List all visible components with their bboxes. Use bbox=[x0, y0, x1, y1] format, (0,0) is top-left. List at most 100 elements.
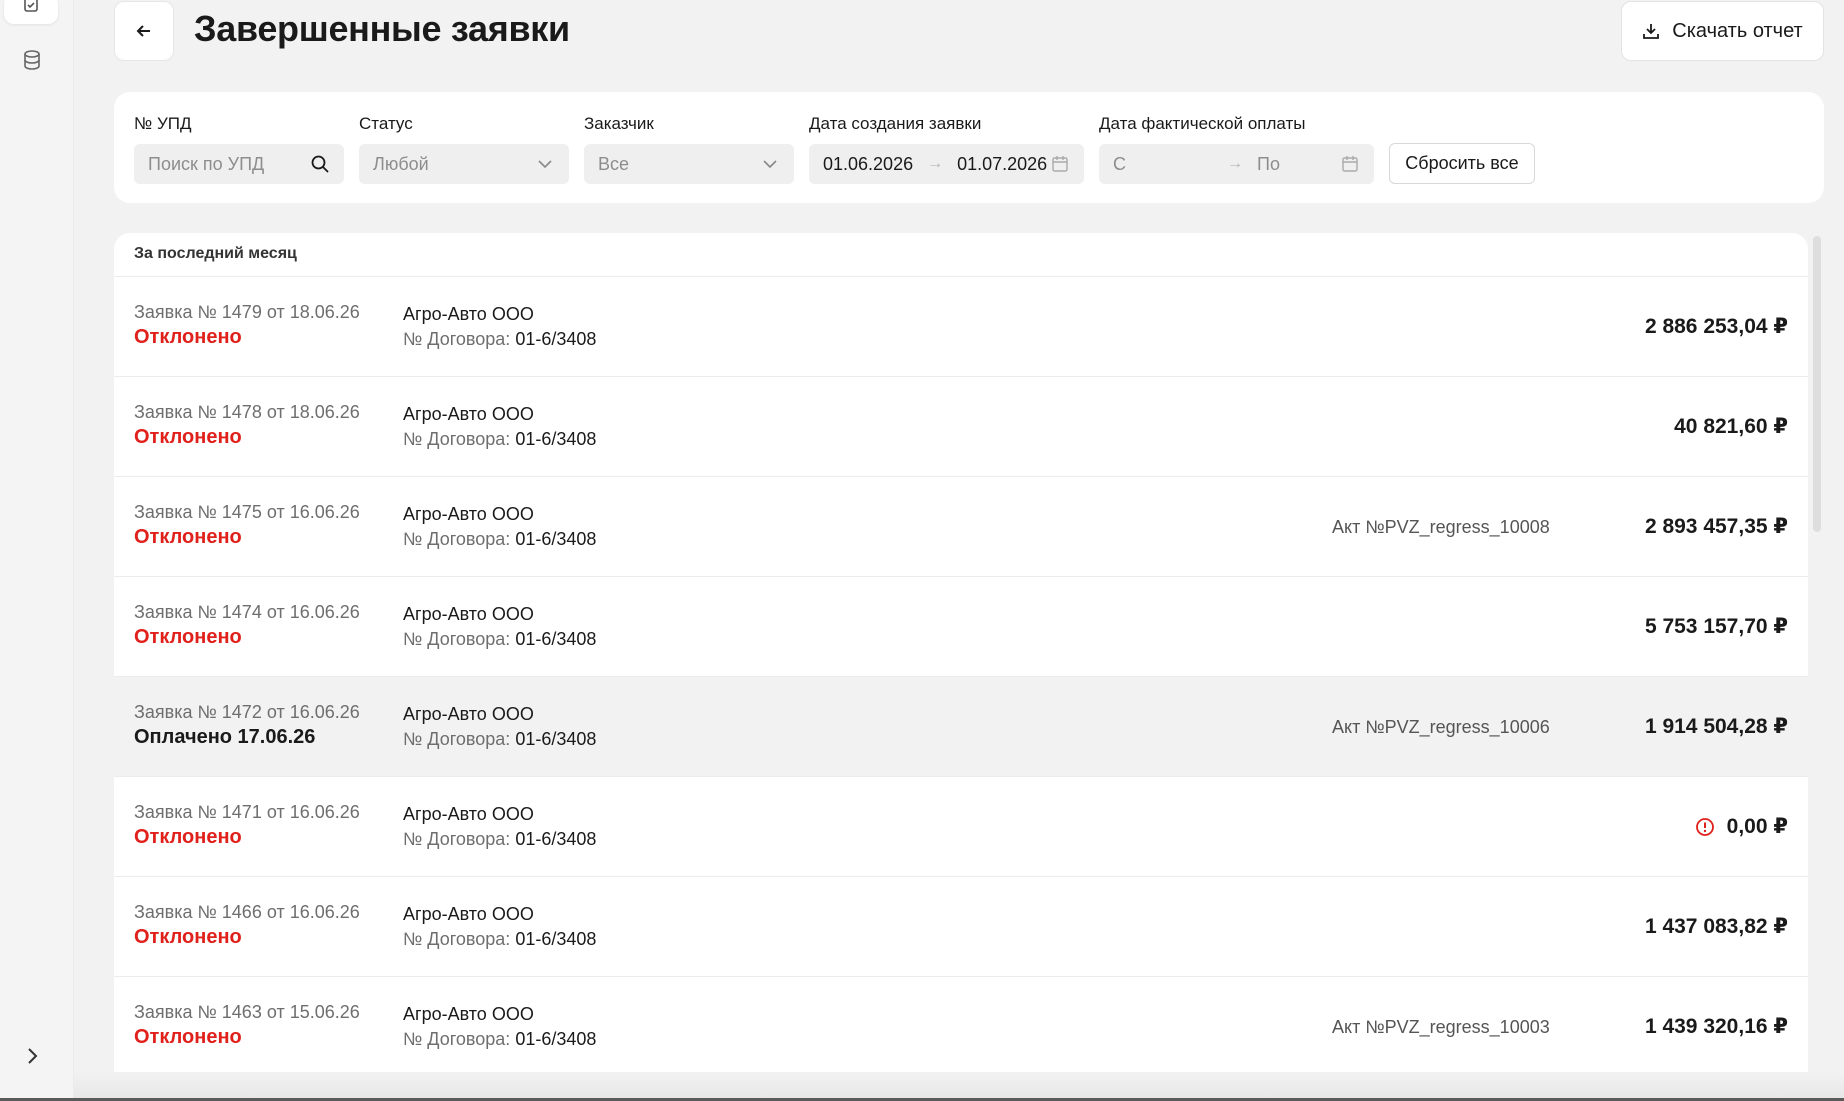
calendar-icon[interactable] bbox=[1050, 154, 1070, 174]
amount-value: 1 914 504,28 ₽ bbox=[1644, 715, 1788, 738]
status-label: Отклонено bbox=[134, 526, 242, 548]
act-link[interactable]: Акт №PVZ_regress_10008 bbox=[1332, 517, 1550, 538]
table-row[interactable]: Заявка № 1466 от 16.06.26 Отклонено Агро… bbox=[114, 877, 1808, 977]
sidebar-item-requests[interactable] bbox=[4, 0, 58, 24]
created-date-filter: Дата создания заявки 01.06.2026 → 01.07.… bbox=[809, 114, 1084, 184]
request-number: Заявка № 1475 от 16.06.26 bbox=[134, 502, 360, 522]
table-row[interactable]: Заявка № 1474 от 16.06.26 Отклонено Агро… bbox=[114, 577, 1808, 677]
amount-value: 1 439 320,16 ₽ bbox=[1644, 1015, 1788, 1038]
amount-value: 1 437 083,82 ₽ bbox=[1644, 915, 1788, 938]
request-number: Заявка № 1472 от 16.06.26 bbox=[134, 702, 360, 722]
client-name: Агро-Авто ООО bbox=[403, 404, 534, 424]
download-icon bbox=[1643, 24, 1660, 39]
contract-number: № Договора: 01-6/3408 bbox=[403, 1029, 596, 1050]
paid-date-filter: Дата фактической оплаты С → По bbox=[1099, 114, 1374, 184]
contract-number: № Договора: 01-6/3408 bbox=[403, 529, 596, 550]
created-date-from[interactable]: 01.06.2026 bbox=[823, 154, 913, 175]
filters-panel: № УПД Поиск по УПД Статус Любой Заказчик… bbox=[114, 92, 1824, 203]
amount: 2 893 457,35 ₽ bbox=[1645, 514, 1788, 539]
range-arrow-icon: → bbox=[1227, 155, 1243, 172]
contract-key: № Договора: bbox=[403, 1029, 511, 1049]
amount-value: 2 893 457,35 ₽ bbox=[1644, 515, 1788, 538]
table-row[interactable]: Заявка № 1463 от 15.06.26 Отклонено Агро… bbox=[114, 977, 1808, 1072]
customer-filter: Заказчик Все bbox=[584, 114, 794, 184]
status-select[interactable]: Любой bbox=[359, 144, 569, 184]
arrow-left-icon bbox=[136, 25, 150, 37]
page-title: Завершенные заявки bbox=[194, 8, 570, 49]
chevron-right-icon[interactable] bbox=[20, 1044, 44, 1068]
client-name: Агро-Авто ООО bbox=[403, 1004, 534, 1024]
database-icon[interactable] bbox=[20, 48, 44, 72]
amount: 40 821,60 ₽ bbox=[1674, 414, 1788, 439]
amount: 1 437 083,82 ₽ bbox=[1645, 914, 1788, 939]
contract-value: 01-6/3408 bbox=[515, 829, 597, 849]
back-button[interactable] bbox=[114, 1, 174, 61]
group-title: За последний месяц bbox=[114, 233, 1808, 277]
contract-value: 01-6/3408 bbox=[515, 429, 597, 449]
chevron-down-icon bbox=[763, 160, 777, 169]
act-link[interactable]: Акт №PVZ_regress_10003 bbox=[1332, 1017, 1550, 1038]
contract-number: № Договора: 01-6/3408 bbox=[403, 829, 596, 850]
customer-select[interactable]: Все bbox=[584, 144, 794, 184]
act-link[interactable]: Акт №PVZ_regress_10006 bbox=[1332, 717, 1550, 738]
contract-key: № Договора: bbox=[403, 829, 511, 849]
search-icon[interactable] bbox=[310, 154, 330, 174]
customer-select-value: Все bbox=[598, 153, 630, 174]
upd-filter: № УПД Поиск по УПД bbox=[134, 114, 344, 184]
customer-filter-label: Заказчик bbox=[584, 114, 654, 133]
status-label: Отклонено bbox=[134, 926, 242, 948]
reset-filters-button[interactable]: Сбросить все bbox=[1389, 143, 1535, 184]
amount-value: 40 821,60 ₽ bbox=[1674, 415, 1788, 438]
upd-filter-label: № УПД bbox=[134, 114, 192, 133]
amount: 5 753 157,70 ₽ bbox=[1645, 614, 1788, 639]
contract-value: 01-6/3408 bbox=[515, 329, 597, 349]
paid-date-label: Дата фактической оплаты bbox=[1099, 114, 1306, 133]
status-select-value: Любой bbox=[373, 153, 429, 174]
status-filter: Статус Любой bbox=[359, 114, 569, 184]
status-label: Отклонено bbox=[134, 326, 242, 348]
client-name: Агро-Авто ООО bbox=[403, 304, 534, 324]
table-row[interactable]: Заявка № 1475 от 16.06.26 Отклонено Агро… bbox=[114, 477, 1808, 577]
table-row[interactable]: Заявка № 1479 от 18.06.26 Отклонено Агро… bbox=[114, 277, 1808, 377]
table-row[interactable]: Заявка № 1478 от 18.06.26 Отклонено Агро… bbox=[114, 377, 1808, 477]
contract-number: № Договора: 01-6/3408 bbox=[403, 929, 596, 950]
table-row[interactable]: Заявка № 1471 от 16.06.26 Отклонено Агро… bbox=[114, 777, 1808, 877]
contract-value: 01-6/3408 bbox=[515, 929, 597, 949]
client-name: Агро-Авто ООО bbox=[403, 604, 534, 624]
calendar-icon[interactable] bbox=[1340, 154, 1360, 174]
contract-value: 01-6/3408 bbox=[515, 1029, 597, 1049]
amount-value: 2 886 253,04 ₽ bbox=[1644, 315, 1788, 338]
client-name: Агро-Авто ООО bbox=[403, 504, 534, 524]
contract-key: № Договора: bbox=[403, 329, 511, 349]
warning-icon[interactable] bbox=[1695, 817, 1715, 837]
client-name: Агро-Авто ООО bbox=[403, 704, 534, 724]
contract-number: № Договора: 01-6/3408 bbox=[403, 629, 596, 650]
request-number: Заявка № 1471 от 16.06.26 bbox=[134, 802, 360, 822]
request-number: Заявка № 1466 от 16.06.26 bbox=[134, 902, 360, 922]
sidebar-rail bbox=[0, 0, 74, 1101]
status-filter-label: Статус bbox=[359, 114, 413, 133]
paid-date-range-input[interactable]: С → По bbox=[1099, 144, 1374, 184]
contract-value: 01-6/3408 bbox=[515, 629, 597, 649]
amount-value: 0,00 ₽ bbox=[1726, 815, 1788, 838]
download-report-button[interactable]: Скачать отчет bbox=[1621, 1, 1824, 61]
chevron-down-icon bbox=[538, 160, 552, 169]
paid-date-to[interactable]: По bbox=[1257, 154, 1280, 175]
amount: 0,00 ₽ bbox=[1695, 814, 1788, 839]
range-arrow-icon: → bbox=[927, 155, 944, 172]
created-date-range-input[interactable]: 01.06.2026 → 01.07.2026 bbox=[809, 144, 1084, 184]
created-date-to[interactable]: 01.07.2026 bbox=[957, 154, 1047, 175]
client-name: Агро-Авто ООО bbox=[403, 804, 534, 824]
table-row-hovered[interactable]: Заявка № 1472 от 16.06.26 Оплачено 17.06… bbox=[114, 677, 1808, 777]
list-scrollbar[interactable] bbox=[1813, 236, 1821, 532]
contract-key: № Договора: bbox=[403, 629, 511, 649]
request-number: Заявка № 1478 от 18.06.26 bbox=[134, 402, 360, 422]
request-number: Заявка № 1479 от 18.06.26 bbox=[134, 302, 360, 322]
upd-search-input[interactable]: Поиск по УПД bbox=[134, 144, 344, 184]
clipboard-icon bbox=[24, 0, 38, 12]
status-label: Отклонено bbox=[134, 1026, 242, 1048]
requests-list: За последний месяц Заявка № 1479 от 18.0… bbox=[114, 233, 1808, 1072]
request-number: Заявка № 1474 от 16.06.26 bbox=[134, 602, 360, 622]
paid-date-from[interactable]: С bbox=[1113, 154, 1213, 175]
status-label: Оплачено 17.06.26 bbox=[134, 726, 316, 748]
